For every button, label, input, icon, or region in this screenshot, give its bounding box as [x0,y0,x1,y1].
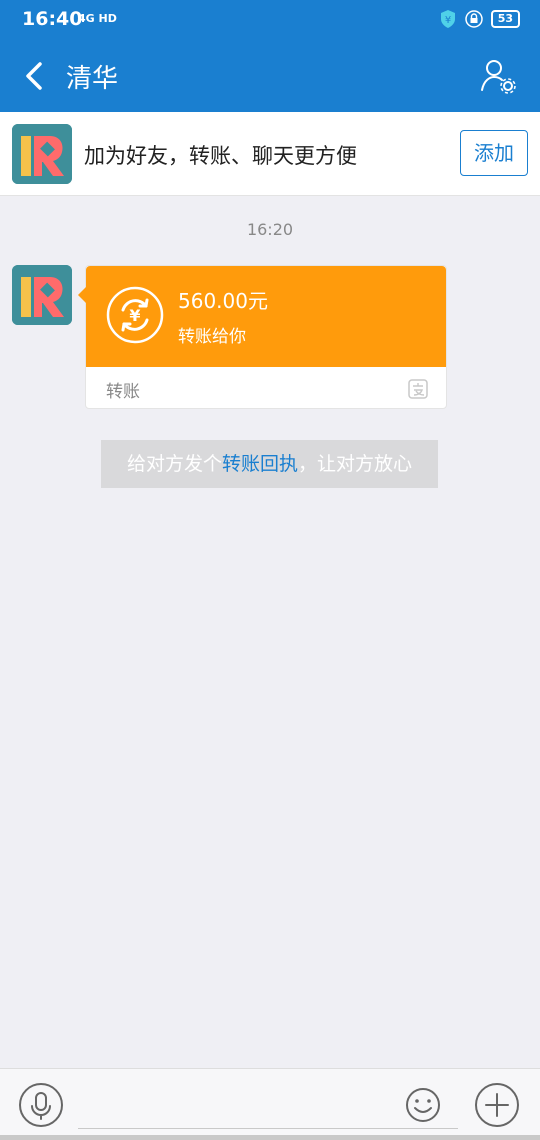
svg-text:¥: ¥ [445,15,451,26]
message-timestamp: 16:20 [246,220,294,239]
transfer-card-footer: 转账 [86,367,446,409]
receipt-link[interactable]: 转账回执 [222,453,298,475]
battery-indicator: 53 [490,10,520,28]
alipay-icon [408,379,428,399]
transfer-amount: 560.00元 [178,289,268,313]
add-friend-bar: 加为好友，转账、聊天更方便 添加 [0,112,540,196]
nav-bar: 清华 [0,40,540,112]
svg-text:¥: ¥ [129,306,140,325]
plus-icon[interactable] [474,1082,520,1128]
lock-icon [464,10,483,28]
sender-avatar[interactable] [12,265,72,325]
status-icons: ¥ 53 [439,9,520,29]
transfer-description: 转账给你 [178,327,246,347]
page-title: 清华 [66,64,119,94]
back-arrow-icon[interactable] [14,54,58,98]
microphone-icon[interactable] [18,1082,64,1128]
receipt-tip-before: 给对方发个 [126,453,222,475]
add-friend-prompt: 加为好友，转账、聊天更方便 [84,144,357,168]
transfer-card-header: ¥ 560.00元 转账给你 [78,266,446,367]
receipt-tip: 给对方发个转账回执，让对方放心 [101,440,438,488]
avatar[interactable] [12,124,72,184]
bubble-tail [78,286,87,304]
emoji-icon[interactable] [404,1086,442,1124]
profile-settings-icon[interactable] [478,56,518,96]
add-friend-button[interactable]: 添加 [460,130,528,176]
transfer-message-bubble[interactable]: ¥ 560.00元 转账给你 转账 [78,265,447,409]
shield-icon: ¥ [440,10,455,28]
avatar-logo-icon [12,124,72,184]
avatar-logo-icon [12,265,72,325]
message-input-bar [0,1068,540,1140]
status-time: 16:40 [22,8,83,30]
status-bar: 16:40 4G HD ¥ 53 [0,0,540,40]
message-input[interactable] [78,1083,458,1129]
transfer-yuan-icon: ¥ [106,286,164,344]
transfer-label: 转账 [106,382,140,402]
network-indicator: 4G HD [78,12,117,25]
receipt-tip-after: ，让对方放心 [298,453,413,475]
bottom-strip [0,1135,540,1140]
